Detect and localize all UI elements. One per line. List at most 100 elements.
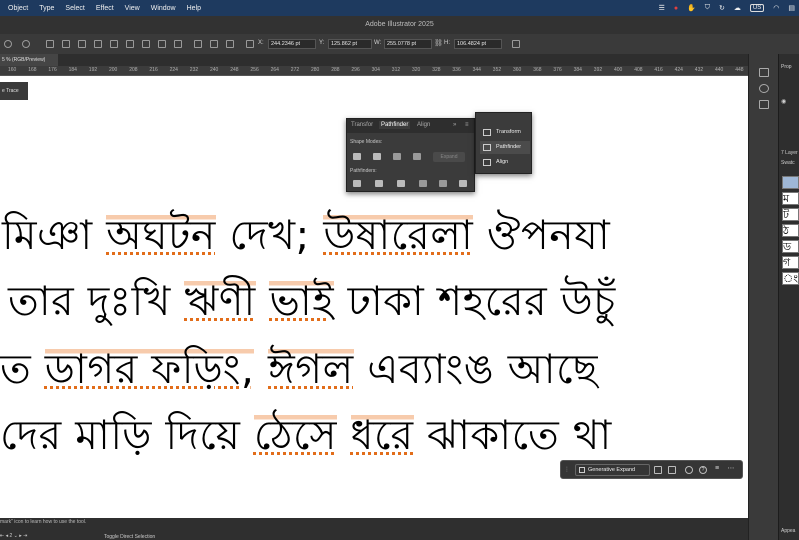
shield-icon[interactable]: ⛉ — [705, 4, 710, 12]
trim-icon[interactable] — [375, 180, 383, 187]
generative-expand-button[interactable]: Generative Expand — [575, 464, 650, 476]
recolor-icon[interactable] — [685, 466, 693, 474]
glyph-swatch[interactable]: ম — [782, 192, 799, 205]
selected-text-run: ঈগল — [268, 345, 354, 393]
text-line-3[interactable]: ত ডাগর ফড়িং, ঈগল এব্যাংঙ আছে — [0, 338, 598, 407]
tab-align[interactable]: Align — [417, 122, 430, 128]
glyph-swatch[interactable]: ং — [782, 272, 799, 285]
transform-icon — [483, 129, 491, 136]
menu-help[interactable]: Help — [187, 5, 201, 12]
exclude-icon[interactable] — [413, 153, 421, 160]
menu-type[interactable]: Type — [39, 5, 54, 12]
text-line-1[interactable]: মিঞা অঘটন দেখ; উষারেলা ঔপনযা — [2, 204, 610, 273]
refresh-icon[interactable]: ↻ — [719, 4, 725, 12]
y-label: Y: — [319, 40, 325, 46]
distribute-middle-icon[interactable] — [158, 40, 166, 48]
merge-icon[interactable] — [397, 180, 405, 187]
distribute-center-icon[interactable] — [210, 40, 218, 48]
w-field[interactable]: 255.0778 pt — [384, 39, 432, 49]
image-trace-chip[interactable]: e Trace — [0, 82, 28, 100]
unite-icon[interactable] — [353, 153, 361, 160]
menu-view[interactable]: View — [125, 5, 140, 12]
artboard-number[interactable]: 2 — [10, 533, 13, 539]
globe-icon[interactable] — [22, 40, 30, 48]
h-label: H: — [444, 40, 450, 46]
distribute-bottom-icon[interactable] — [174, 40, 182, 48]
y-field[interactable]: 125.862 pt — [328, 39, 372, 49]
crop-icon[interactable] — [419, 180, 427, 187]
align-left-icon[interactable] — [46, 40, 54, 48]
properties-icon[interactable] — [759, 68, 769, 77]
distribute-left-icon[interactable] — [194, 40, 202, 48]
panel-list-menu: Transform Pathfinder Align — [475, 112, 532, 174]
generative-expand-label: Generative Expand — [588, 467, 636, 473]
document-tab[interactable]: 5 % (RGB/Preview) — [0, 54, 58, 66]
hand-icon[interactable]: ✋ — [687, 4, 696, 12]
group-icon[interactable] — [654, 466, 662, 474]
list-icon[interactable]: ☰ — [659, 4, 665, 12]
first-artboard-icon[interactable]: ⇤ — [0, 533, 4, 539]
tab-transform[interactable]: Transfor — [351, 122, 373, 128]
prev-artboard-icon[interactable]: ◂ — [6, 533, 9, 539]
artboard-dropdown-icon[interactable]: ⌄ — [14, 533, 18, 539]
ruler-tick-label: 344 — [472, 67, 481, 73]
arrange-icon[interactable] — [668, 466, 676, 474]
eye-icon[interactable]: ◉ — [781, 98, 786, 105]
align-right-icon[interactable] — [78, 40, 86, 48]
reference-point-icon[interactable] — [246, 40, 254, 48]
text-line-2[interactable]: তার দুঃখি ঋণী ভাই ঢাকা শহরের উচুঁ — [8, 270, 616, 339]
menu-window[interactable]: Window — [151, 5, 176, 12]
menu-icon[interactable]: ≡ — [713, 465, 721, 474]
menu-select[interactable]: Select — [65, 5, 84, 12]
menu-effect[interactable]: Effect — [96, 5, 114, 12]
tab-pathfinder[interactable]: Pathfinder — [379, 121, 411, 129]
next-artboard-icon[interactable]: ▸ — [19, 533, 22, 539]
layers-icon[interactable] — [759, 100, 769, 109]
drag-handle-icon[interactable]: ⋮ — [564, 466, 570, 473]
recolor-icon[interactable] — [4, 40, 12, 48]
last-artboard-icon[interactable]: ⇥ — [23, 533, 27, 539]
intersect-icon[interactable] — [393, 153, 401, 160]
align-middle-icon[interactable] — [110, 40, 118, 48]
text-line-4[interactable]: দের মাড়ি দিয়ে ঠেসে ধরে ঝাকাতে থা — [0, 404, 612, 473]
expand-button[interactable]: Expand — [433, 152, 465, 162]
status-tool-label[interactable]: Toggle Direct Selection — [104, 534, 155, 540]
creative-cloud-icon[interactable]: ● — [674, 5, 678, 12]
cloud-icon[interactable]: ☁ — [734, 4, 741, 12]
glyph-swatch[interactable]: গ — [782, 256, 799, 269]
artboard-navigator[interactable]: ⇤ ◂ 2 ⌄ ▸ ⇥ — [0, 533, 27, 539]
input-source-badge[interactable]: US — [749, 4, 765, 12]
divide-icon[interactable] — [353, 180, 361, 187]
link-proportions-icon[interactable]: ⛓ — [434, 39, 443, 47]
distribute-top-icon[interactable] — [142, 40, 150, 48]
libraries-icon[interactable] — [759, 84, 769, 93]
minus-back-icon[interactable] — [459, 180, 467, 187]
align-bottom-icon[interactable] — [126, 40, 134, 48]
align-center-icon[interactable] — [62, 40, 70, 48]
menu-item-pathfinder[interactable]: Pathfinder — [480, 141, 530, 154]
wifi-icon[interactable]: ◠ — [773, 4, 779, 12]
h-field[interactable]: 106.4824 pt — [454, 39, 502, 49]
distribute-right-icon[interactable] — [226, 40, 234, 48]
glyph-swatch[interactable]: ড — [782, 240, 799, 253]
collapse-icon[interactable]: » — [453, 122, 456, 128]
menu-object[interactable]: Object — [8, 5, 28, 12]
control-center-icon[interactable]: ▤ — [788, 4, 795, 12]
ruler-tick-label: 328 — [432, 67, 441, 73]
swatch-selected[interactable] — [782, 176, 799, 189]
panel-menu-icon[interactable]: ≡ — [465, 122, 469, 128]
outline-icon[interactable] — [439, 180, 447, 187]
menu-item-transform[interactable]: Transform — [480, 126, 530, 139]
panel-tab-bar: Transfor Pathfinder Align » ≡ — [347, 119, 474, 133]
more-icon[interactable]: ⋯ — [727, 465, 735, 474]
x-field[interactable]: 244.2346 pt — [268, 39, 316, 49]
text-run: দের মাড়ি দিয়ে — [0, 411, 254, 459]
glyph-swatch[interactable]: ঠ — [782, 224, 799, 237]
help-button[interactable]: ? — [699, 466, 707, 474]
transform-icon[interactable] — [512, 40, 520, 48]
text-run: মিঞা — [2, 211, 107, 259]
menu-item-align[interactable]: Align — [480, 156, 530, 169]
minus-front-icon[interactable] — [373, 153, 381, 160]
align-top-icon[interactable] — [94, 40, 102, 48]
glyph-swatch[interactable]: ট — [782, 208, 799, 221]
